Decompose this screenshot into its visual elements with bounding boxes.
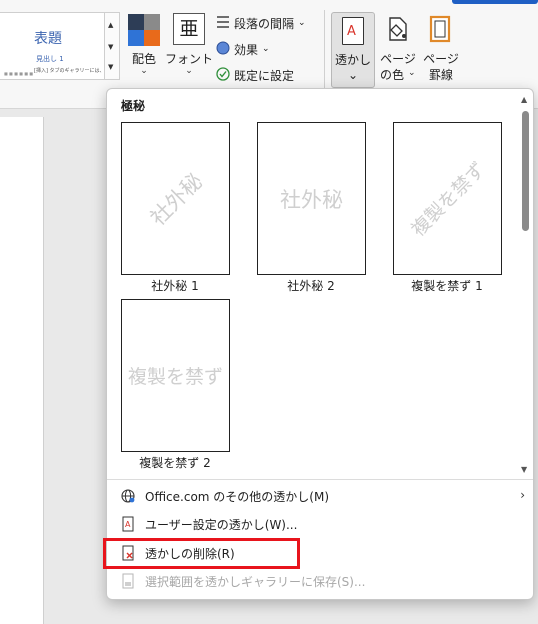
chevron-down-icon: ⌄ [347,68,359,82]
paint-bucket-icon [386,15,410,46]
page-borders-label-1: ページ [423,52,459,66]
watermark-dropdown: 極秘 ▲ ▼ 社外秘 社外秘 1 社外秘 社外秘 2 複製を禁ず 複製を禁ず 1… [106,88,534,600]
scroll-down-icon[interactable]: ▼ [521,465,527,474]
design-fonts-button[interactable]: 亜 フォント ⌄ [165,10,213,82]
set-as-default-button[interactable]: 既定に設定 [216,65,294,85]
style-gallery[interactable]: 表題 見出し 1 [挿入] タブのギャラリーには、文書全 ■ ■ ■ ■ ■ ■ [0,12,120,80]
effects-button[interactable]: 効果 ⌄ [216,39,270,59]
chevron-down-icon: ⌄ [298,18,306,28]
gallery-scrollbar[interactable]: ▲ ▼ [519,93,531,477]
watermark-preview-text: 社外秘 [280,187,343,212]
watermark-caption: 社外秘 1 [151,279,199,293]
design-colors-button[interactable]: 配色 ⌄ [118,10,170,82]
paragraph-spacing-icon [216,15,230,32]
chevron-down-icon: ⌄ [408,68,416,78]
svg-text:A: A [125,520,131,529]
more-watermarks-label: Office.com のその他の透かし(M) [145,489,330,504]
page-borders-button[interactable]: ページ 罫線 [420,12,462,86]
checkmark-icon [216,66,230,84]
watermark-thumbnail: 社外秘 [121,122,230,275]
watermark-preview-text: 複製を禁ず [127,366,223,388]
color-scheme-icon [128,14,160,46]
globe-icon [121,488,135,504]
style-heading-preview: 見出し 1 [36,55,64,63]
chevron-down-icon: ⌄ [262,44,270,54]
set-as-default-label: 既定に設定 [234,68,295,83]
custom-watermark-label: ユーザー設定の透かし(W)... [145,517,298,532]
page-borders-icon [429,15,451,46]
style-title-preview: 表題 [34,31,62,47]
gallery-section-title: 極秘 [121,99,146,113]
save-selection-menu-item: 選択範囲を透かしギャラリーに保存(S)... [107,568,533,594]
chevron-down-icon: ⌄ [140,66,148,76]
svg-text:A: A [347,24,356,39]
watermark-caption: 社外秘 2 [287,279,335,293]
watermark-thumbnail: 複製を禁ず [393,122,502,275]
remove-watermark-label: 透かしの削除(R) [145,546,235,561]
document-page[interactable] [0,117,44,624]
chevron-down-icon: ⌄ [185,66,193,76]
paragraph-spacing-button[interactable]: 段落の間隔 ⌄ [216,13,306,33]
page-borders-label-2: 罫線 [428,68,453,82]
remove-watermark-menu-item[interactable]: 透かしの削除(R) [107,540,533,566]
custom-watermark-menu-item[interactable]: A ユーザー設定の透かし(W)... [107,511,533,537]
save-selection-label: 選択範囲を透かしギャラリーに保存(S)... [145,574,366,589]
watermark-caption: 複製を禁ず 1 [411,279,483,293]
style-footer-preview: ■ ■ ■ ■ ■ ■ [4,71,34,76]
scrollbar-thumb[interactable] [522,111,529,231]
design-fonts-label: フォント [164,52,213,66]
gallery-up-icon[interactable]: ▲ [108,21,113,29]
watermark-preview-text: 社外秘 [145,168,207,230]
gallery-down-icon[interactable]: ▼ [108,43,113,51]
watermark-preview-text: 複製を禁ず [407,158,490,241]
paragraph-spacing-label: 段落の間隔 [234,16,295,31]
watermark-thumbnail: 複製を禁ず [121,299,230,452]
save-watermark-icon [121,573,135,589]
ribbon-divider [324,10,325,90]
gallery-more-icon[interactable]: ▼ [108,63,113,71]
menu-divider [107,479,533,480]
effects-icon [216,41,230,58]
more-watermarks-menu-item[interactable]: Office.com のその他の透かし(M) › [107,483,533,509]
watermark-icon: A [342,17,364,45]
scroll-up-icon[interactable]: ▲ [521,95,527,104]
custom-watermark-icon: A [121,516,135,532]
remove-watermark-icon [121,545,135,561]
effects-label: 効果 [234,42,259,57]
account-button-edge[interactable] [452,0,538,4]
page-color-button[interactable]: ページ の色 ⌄ [376,12,420,86]
submenu-arrow-icon: › [520,488,525,502]
watermark-thumbnail: 社外秘 [257,122,366,275]
watermark-button[interactable]: A 透かし ⌄ [331,12,375,88]
font-icon: 亜 [173,13,205,45]
watermark-caption: 複製を禁ず 2 [139,456,211,470]
